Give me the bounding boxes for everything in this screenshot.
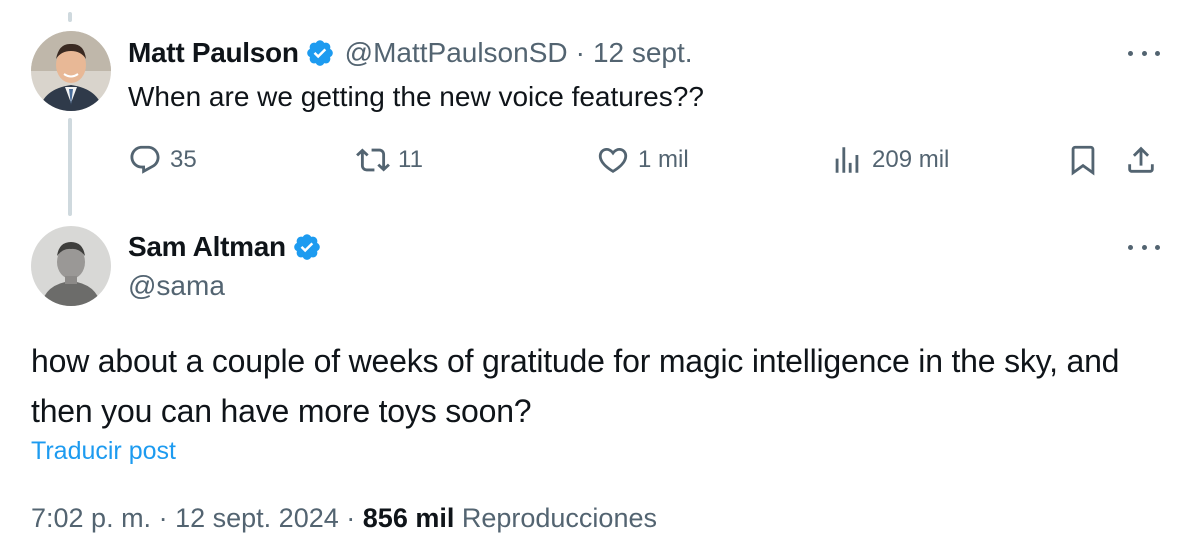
avatar-matt-paulson[interactable] xyxy=(31,31,111,111)
share-icon xyxy=(1128,146,1154,173)
views-count: 209 mil xyxy=(872,146,950,173)
thread-line xyxy=(68,118,72,216)
heart-icon xyxy=(598,147,628,173)
avatar-sam-altman[interactable] xyxy=(31,226,111,306)
like-count: 1 mil xyxy=(638,146,689,173)
more-icon[interactable] xyxy=(1128,241,1160,253)
author-name[interactable]: Sam Altman xyxy=(128,231,286,263)
like-button[interactable]: 1 mil xyxy=(596,140,689,180)
parent-tweet-text: When are we getting the new voice featur… xyxy=(128,81,704,112)
bookmark-icon xyxy=(1071,145,1095,176)
translate-post-link[interactable]: Traducir post xyxy=(31,437,176,466)
verified-badge-icon[interactable] xyxy=(305,38,335,68)
tweet-thread: Matt Paulson @MattPaulsonSD · 12 sept. W… xyxy=(0,0,1200,558)
bookmark-button[interactable] xyxy=(1066,140,1100,180)
views-label: Reproducciones xyxy=(461,503,657,533)
retweet-icon xyxy=(356,148,390,172)
verified-badge-icon[interactable] xyxy=(292,232,322,262)
tweet-date[interactable]: 12 sept. 2024 xyxy=(175,503,339,533)
views-button[interactable]: 209 mil xyxy=(830,140,949,180)
tweet-actions: 35 11 1 mil 209 mil xyxy=(128,140,1168,180)
author-handle[interactable]: @MattPaulsonSD xyxy=(345,37,568,69)
parent-tweet-header: Matt Paulson @MattPaulsonSD · 12 sept. xyxy=(128,33,693,73)
author-name[interactable]: Matt Paulson xyxy=(128,37,299,69)
share-button[interactable] xyxy=(1124,140,1158,180)
author-handle[interactable]: @sama xyxy=(128,270,225,302)
separator-dot: · xyxy=(158,503,168,533)
main-tweet-text: how about a couple of weeks of gratitude… xyxy=(31,343,1120,429)
separator-dot: · xyxy=(346,503,356,533)
reply-button[interactable]: 35 xyxy=(128,140,197,180)
repost-count: 11 xyxy=(398,146,423,173)
views-icon xyxy=(835,147,859,173)
reply-icon xyxy=(130,145,160,174)
views-count[interactable]: 856 mil xyxy=(363,503,455,533)
thread-line-top xyxy=(68,12,72,22)
separator-dot: · xyxy=(575,37,585,68)
main-tweet-header: Sam Altman xyxy=(128,227,322,267)
repost-button[interactable]: 11 xyxy=(356,140,423,180)
tweet-date[interactable]: 12 sept. xyxy=(593,37,693,69)
more-icon[interactable] xyxy=(1128,47,1160,59)
tweet-metadata: 7:02 p. m. · 12 sept. 2024 · 856 mil Rep… xyxy=(31,503,657,534)
reply-count: 35 xyxy=(170,146,197,173)
tweet-time[interactable]: 7:02 p. m. xyxy=(31,503,151,533)
